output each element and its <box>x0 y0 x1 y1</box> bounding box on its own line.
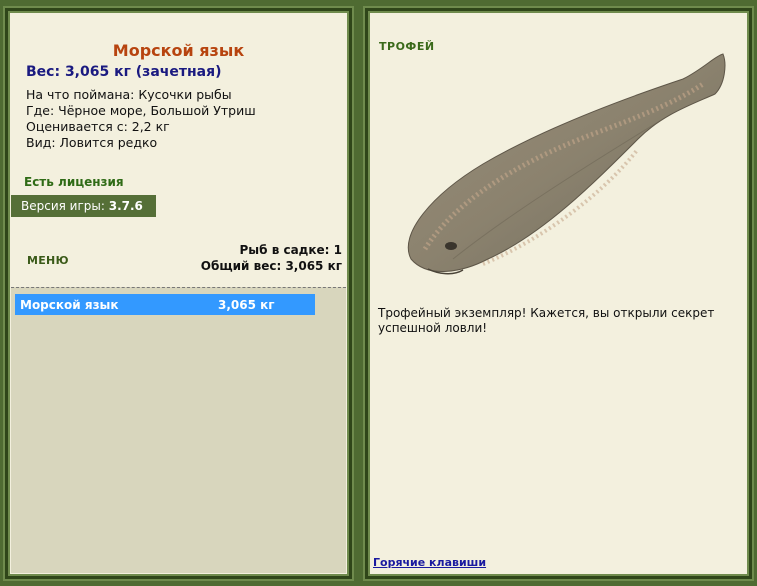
fish-title: Морской язык <box>112 41 245 60</box>
catch-list: Морской язык 3,065 кг <box>11 287 346 573</box>
rated-from-info: Оценивается с: 2,2 кг <box>26 119 170 134</box>
catch-name: Морской язык <box>20 298 119 312</box>
location-info: Где: Чёрное море, Большой Утриш <box>26 103 256 118</box>
game-version-bar: Версия игры: 3.7.6 <box>11 195 156 217</box>
flounder-fish-image <box>407 53 726 275</box>
catch-list-item[interactable]: Морской язык 3,065 кг <box>15 294 315 315</box>
version-label: Версия игры: <box>21 199 105 213</box>
hotkeys-link[interactable]: Горячие клавиши <box>373 556 486 569</box>
fish-weight: Вес: 3,065 кг (зачетная) <box>26 64 222 80</box>
total-weight: Общий вес: 3,065 кг <box>200 259 342 273</box>
catch-weight: 3,065 кг <box>218 298 275 312</box>
bait-info: На что поймана: Кусочки рыбы <box>26 87 232 102</box>
trophy-message: Трофейный экземпляр! Кажется, вы открыли… <box>378 306 715 335</box>
menu-button[interactable]: МЕНЮ <box>27 254 69 267</box>
fish-info-panel: Морской язык Вес: 3,065 кг (зачетная) На… <box>5 8 352 579</box>
keepnet-totals: Рыб в садке: 1 Общий вес: 3,065 кг <box>201 242 342 274</box>
fish-count: Рыб в садке: 1 <box>239 243 343 257</box>
version-value: 3.7.6 <box>108 199 143 213</box>
trophy-panel: ТРОФЕЙ Трофейный экземпляр! Кажется, вы … <box>365 8 752 579</box>
type-info: Вид: Ловится редко <box>26 135 158 150</box>
license-status: Есть лицензия <box>24 175 124 189</box>
